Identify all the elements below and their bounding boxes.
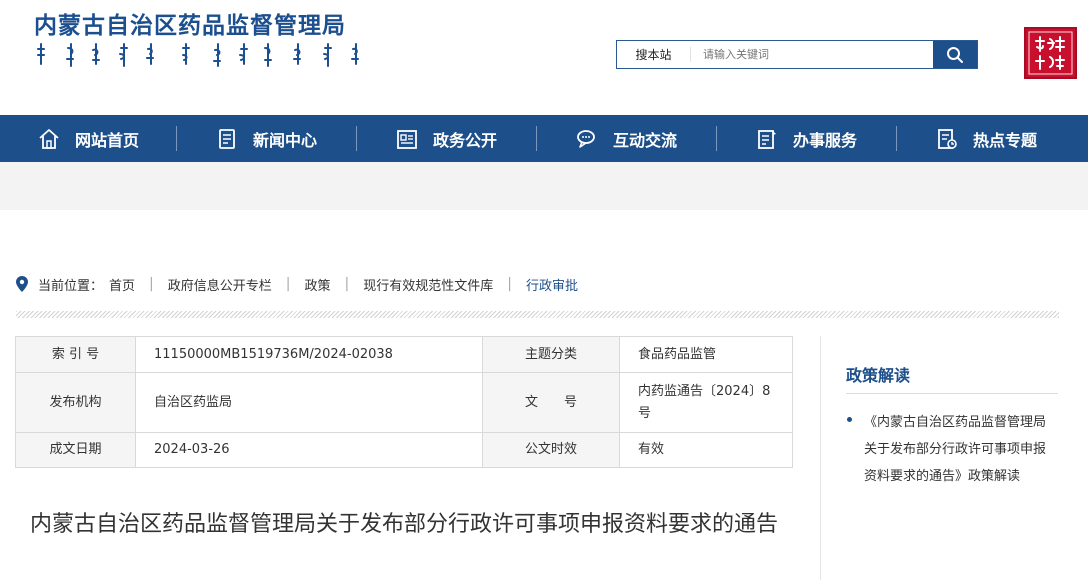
publisher-label: 发布机构 <box>15 372 136 433</box>
nav-label: 政务公开 <box>432 130 497 150</box>
nav-label: 办事服务 <box>792 130 857 150</box>
seal-logo <box>1024 27 1077 79</box>
category-label: 主题分类 <box>482 336 620 373</box>
main-nav: 网站首页 新闻中心 政务公开 互动交流 办事服务 热点专题 <box>0 115 1088 162</box>
search-input[interactable] <box>691 41 933 68</box>
breadcrumb-current[interactable]: 行政审批 <box>526 275 578 294</box>
breadcrumb-gov-info[interactable]: 政府信息公开专栏 <box>168 275 272 294</box>
bullet-icon <box>847 417 852 422</box>
document-info-table: 索 引 号 11150000MB1519736M/2024-02038 主题分类… <box>15 336 793 468</box>
home-icon <box>39 128 59 149</box>
breadcrumb-separator: | <box>507 276 512 292</box>
category-value: 食品药品监管 <box>619 336 793 373</box>
nav-label: 网站首页 <box>74 130 139 150</box>
sidebar-divider <box>820 336 821 580</box>
search-icon <box>947 46 963 63</box>
nav-label: 新闻中心 <box>252 130 317 150</box>
location-pin-icon <box>16 276 28 292</box>
search-button[interactable] <box>933 41 977 68</box>
table-row: 发布机构 自治区药监局 文 号 内药监通告〔2024〕8号 <box>15 372 793 433</box>
banner-area <box>0 162 1088 210</box>
breadcrumb-home[interactable]: 首页 <box>109 275 135 294</box>
nav-item-topics[interactable]: 热点专题 <box>896 115 1076 162</box>
sidebar-title-underline <box>846 393 1058 394</box>
date-value: 2024-03-26 <box>135 432 483 468</box>
gov-affairs-icon <box>397 129 417 149</box>
chat-icon <box>577 129 595 148</box>
nav-item-gov-affairs[interactable]: 政务公开 <box>356 115 536 162</box>
breadcrumb-normative-docs[interactable]: 现行有效规范性文件库 <box>363 275 493 294</box>
index-label: 索 引 号 <box>15 336 136 373</box>
mongolian-script-logo <box>37 43 359 67</box>
breadcrumb-separator: | <box>285 276 291 292</box>
table-row: 成文日期 2024-03-26 公文时效 有效 <box>15 432 793 468</box>
topic-icon <box>938 128 957 149</box>
news-icon <box>219 128 235 149</box>
docno-value: 内药监通告〔2024〕8号 <box>619 372 793 433</box>
breadcrumb-separator: | <box>344 276 350 292</box>
breadcrumb-label: 当前位置： <box>38 278 104 294</box>
policy-interpretation-link[interactable]: 《内蒙古自治区药品监督管理局关于发布部分行政许可事项申报资料要求的通告》政策解读 <box>864 409 1056 490</box>
document-title: 内蒙古自治区药品监督管理局关于发布部分行政许可事项申报资料要求的通告 <box>29 512 778 537</box>
table-row: 索 引 号 11150000MB1519736M/2024-02038 主题分类… <box>15 336 793 373</box>
search-box: 搜本站 <box>616 40 978 69</box>
index-value: 11150000MB1519736M/2024-02038 <box>135 336 483 373</box>
site-title[interactable]: 内蒙古自治区药品监督管理局 <box>34 6 346 40</box>
search-scope-select[interactable]: 搜本站 <box>617 47 691 62</box>
docno-label: 文 号 <box>482 372 620 433</box>
breadcrumb: 当前位置： 首页 | 政府信息公开专栏 | 政策 | 现行有效规范性文件库 | … <box>16 274 578 294</box>
nav-item-interaction[interactable]: 互动交流 <box>536 115 716 162</box>
site-header: 内蒙古自治区药品监督管理局 搜本站 <box>0 0 1088 115</box>
hatched-divider <box>16 311 1059 318</box>
validity-label: 公文时效 <box>482 432 620 468</box>
validity-value: 有效 <box>619 432 793 468</box>
nav-item-home[interactable]: 网站首页 <box>0 115 176 162</box>
service-icon <box>758 129 776 149</box>
nav-label: 热点专题 <box>972 130 1037 150</box>
publisher-value: 自治区药监局 <box>135 372 483 433</box>
date-label: 成文日期 <box>15 432 136 468</box>
nav-item-news[interactable]: 新闻中心 <box>176 115 356 162</box>
nav-item-service[interactable]: 办事服务 <box>716 115 896 162</box>
breadcrumb-policy[interactable]: 政策 <box>304 275 330 294</box>
breadcrumb-separator: | <box>149 276 154 292</box>
nav-label: 互动交流 <box>612 130 677 150</box>
sidebar-title: 政策解读 <box>846 366 911 385</box>
